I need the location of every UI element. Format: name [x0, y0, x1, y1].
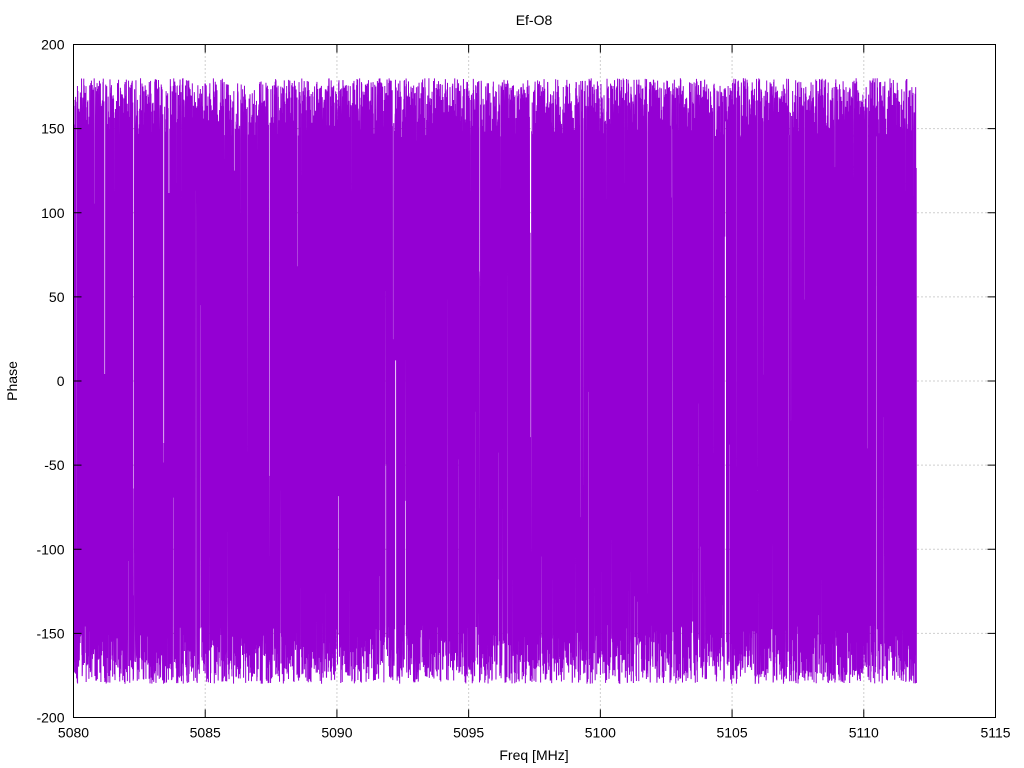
y-axis-label: Phase [4, 361, 20, 401]
x-tick-label: 5115 [980, 725, 1010, 741]
x-tick-label: 5105 [716, 725, 747, 741]
series-line [73, 78, 917, 684]
x-tick-label: 5090 [321, 725, 352, 741]
x-tick-label: 5095 [453, 725, 484, 741]
data-series [73, 78, 917, 684]
y-tick-label: 0 [57, 373, 65, 389]
y-tick-label: -50 [44, 457, 64, 473]
y-tick-label: 50 [49, 289, 65, 305]
y-tick-label: 100 [41, 205, 65, 221]
x-tick-label: 5100 [585, 725, 616, 741]
y-tick-label: -200 [36, 710, 64, 726]
y-tick-label: 150 [41, 121, 65, 137]
y-tick-label: -150 [36, 625, 64, 641]
x-tick-label: 5085 [190, 725, 221, 741]
y-tick-label: 200 [41, 37, 65, 53]
x-axis-label: Freq [MHz] [499, 747, 568, 763]
x-tick-label: 5110 [849, 725, 879, 741]
phase-chart: Ef-O8 Freq [MHz] Phase -200 -150 -100 -50 0 5… [4, 12, 1011, 763]
x-tick-label: 5080 [58, 725, 89, 741]
y-tick-label: -100 [36, 541, 64, 557]
chart-title: Ef-O8 [516, 12, 553, 28]
